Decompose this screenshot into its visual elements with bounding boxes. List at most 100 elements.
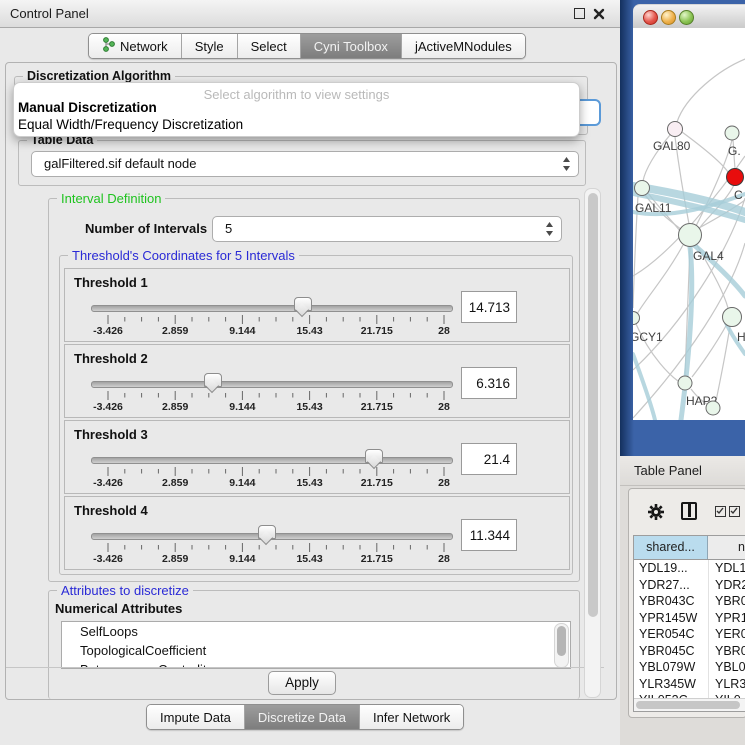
tab-jactivemnodules[interactable]: jActiveMNodules — [402, 34, 525, 58]
slider-track[interactable] — [91, 457, 453, 464]
stepper-icon[interactable] — [562, 156, 571, 172]
threshold-coordinates-title: Threshold's Coordinates for 5 Intervals — [68, 248, 299, 263]
stepper-icon[interactable] — [545, 221, 554, 237]
table-data-combo[interactable]: galFiltered.sif default node — [31, 151, 579, 177]
zoom-traffic-light[interactable] — [679, 10, 694, 25]
table-data-combo-value: galFiltered.sif default node — [44, 152, 196, 176]
threshold-box: Threshold 4-3.4262.8599.14415.4321.71528… — [64, 496, 570, 570]
network-window-titlebar[interactable] — [633, 4, 745, 30]
tick-label: 21.715 — [361, 553, 393, 565]
numerical-attributes-list[interactable]: SelfLoopsTopologicalCoefficientBetweenne… — [61, 621, 571, 669]
attribute-list-item[interactable]: SelfLoops — [62, 622, 570, 641]
slider-track[interactable] — [91, 381, 453, 388]
tick-label: -3.426 — [93, 553, 123, 565]
threshold-value-field[interactable]: 6.316 — [461, 367, 517, 399]
tick-label: 2.859 — [162, 477, 188, 489]
table-horizontal-scrollbar[interactable] — [634, 698, 745, 711]
node-label: G. — [728, 144, 741, 158]
table-row[interactable]: YER054CYER0 — [634, 626, 745, 643]
tick-label: 15.43 — [296, 477, 322, 489]
split-columns-icon[interactable] — [681, 502, 697, 520]
minimize-traffic-light[interactable] — [661, 10, 676, 25]
tab-label: Network — [120, 39, 168, 54]
network-edge[interactable] — [716, 326, 730, 401]
network-edge-highlighted[interactable] — [633, 354, 655, 420]
tab-impute-data[interactable]: Impute Data — [147, 705, 245, 729]
interval-definition-title: Interval Definition — [57, 191, 165, 206]
tab-label: jActiveMNodules — [415, 39, 512, 54]
table-row[interactable]: YDL19...YDL1 — [634, 560, 745, 577]
cell-name: YDR2 — [708, 577, 745, 594]
network-node[interactable] — [706, 401, 720, 415]
cell-name: YER0 — [708, 626, 745, 643]
network-node-gal11[interactable] — [635, 181, 650, 196]
tab-network[interactable]: Network — [89, 34, 182, 58]
tab-select[interactable]: Select — [238, 34, 301, 58]
algorithm-option[interactable]: Manual Discretization — [18, 100, 157, 115]
numerical-attributes-label: Numerical Attributes — [55, 601, 182, 616]
table-row[interactable]: YPR145WYPR1 — [634, 610, 745, 627]
cell-name: YLR3 — [708, 676, 745, 693]
table-row[interactable]: YBL079WYBL0 — [634, 659, 745, 676]
network-node-hap2[interactable] — [678, 376, 692, 390]
tick-label: 28 — [438, 325, 450, 337]
list-scrollbar[interactable] — [554, 623, 569, 668]
panel-scrollbar[interactable] — [584, 188, 601, 698]
tick-label: 28 — [438, 477, 450, 489]
network-node-gal80[interactable] — [668, 122, 683, 137]
cell-shared-name: YBR045C — [634, 643, 708, 660]
tab-cyni-toolbox[interactable]: Cyni Toolbox — [301, 34, 402, 58]
top-tab-bar: Network Style Select Cyni Toolbox jActiveMNo… — [88, 33, 526, 59]
network-node-gcy1[interactable] — [633, 312, 640, 325]
tick-label: 28 — [438, 553, 450, 565]
screen: Control Panel NetworkStyleSelectCyni Too… — [0, 0, 745, 745]
network-node-gal4[interactable] — [679, 224, 702, 247]
slider-track[interactable] — [91, 305, 453, 312]
threshold-value-field[interactable]: 11.344 — [461, 519, 517, 551]
checkbox-icon[interactable] — [729, 506, 740, 517]
table-row[interactable]: YLR345WYLR3 — [634, 676, 745, 693]
attribute-list-item[interactable]: TopologicalCoefficient — [62, 641, 570, 660]
algorithm-group-title: Discretization Algorithm — [23, 69, 175, 83]
slider-ticks — [65, 542, 485, 554]
attributes-group-title: Attributes to discretize — [57, 583, 193, 598]
algorithm-option[interactable]: Equal Width/Frequency Discretization — [18, 117, 243, 132]
apply-button[interactable]: Apply — [268, 671, 336, 695]
slider-handle[interactable] — [294, 297, 312, 311]
slider-handle[interactable] — [204, 373, 222, 387]
number-of-intervals-combo[interactable]: 5 — [212, 216, 562, 242]
gear-icon[interactable] — [647, 503, 665, 526]
table-row[interactable]: YDR27...YDR2 — [634, 577, 745, 594]
network-edge[interactable] — [677, 56, 745, 122]
tab-discretize-data[interactable]: Discretize Data — [245, 705, 360, 729]
table-data-group: Table Data galFiltered.sif default node — [18, 140, 586, 186]
table-row[interactable]: YBR045CYBR0 — [634, 643, 745, 660]
slider-handle[interactable] — [365, 449, 383, 463]
column-header-1[interactable]: shared... — [634, 536, 708, 559]
slider-handle[interactable] — [258, 525, 276, 539]
network-view-canvas[interactable]: GAL80G.CGAL11GAL4GCY1HHAP2 — [633, 28, 745, 420]
node-label: GAL80 — [653, 139, 691, 153]
tick-label: 9.144 — [229, 477, 255, 489]
node-table: shared...n YDL19...YDL1YDR27...YDR2YBR04… — [633, 535, 745, 712]
tab-infer-network[interactable]: Infer Network — [360, 705, 463, 729]
network-node-h[interactable] — [723, 308, 742, 327]
column-header-2[interactable]: n — [708, 536, 745, 559]
float-window-icon[interactable] — [574, 8, 585, 19]
tick-label: 15.43 — [296, 553, 322, 565]
close-traffic-light[interactable] — [643, 10, 658, 25]
close-icon[interactable] — [593, 7, 605, 19]
threshold-value-field[interactable]: 14.713 — [461, 291, 517, 323]
tab-label: Style — [195, 39, 224, 54]
checkbox-icon[interactable] — [715, 506, 726, 517]
network-node-g.[interactable] — [725, 126, 739, 140]
table-row[interactable]: YBR043CYBR0 — [634, 593, 745, 610]
slider-ticks — [65, 466, 485, 478]
network-node-c[interactable] — [727, 169, 744, 186]
table-header: shared...n — [634, 536, 745, 560]
tick-label: 2.859 — [162, 553, 188, 565]
threshold-value-field[interactable]: 21.4 — [461, 443, 517, 475]
tab-label: Cyni Toolbox — [314, 39, 388, 54]
network-edge[interactable] — [692, 324, 727, 377]
tab-style[interactable]: Style — [182, 34, 238, 58]
